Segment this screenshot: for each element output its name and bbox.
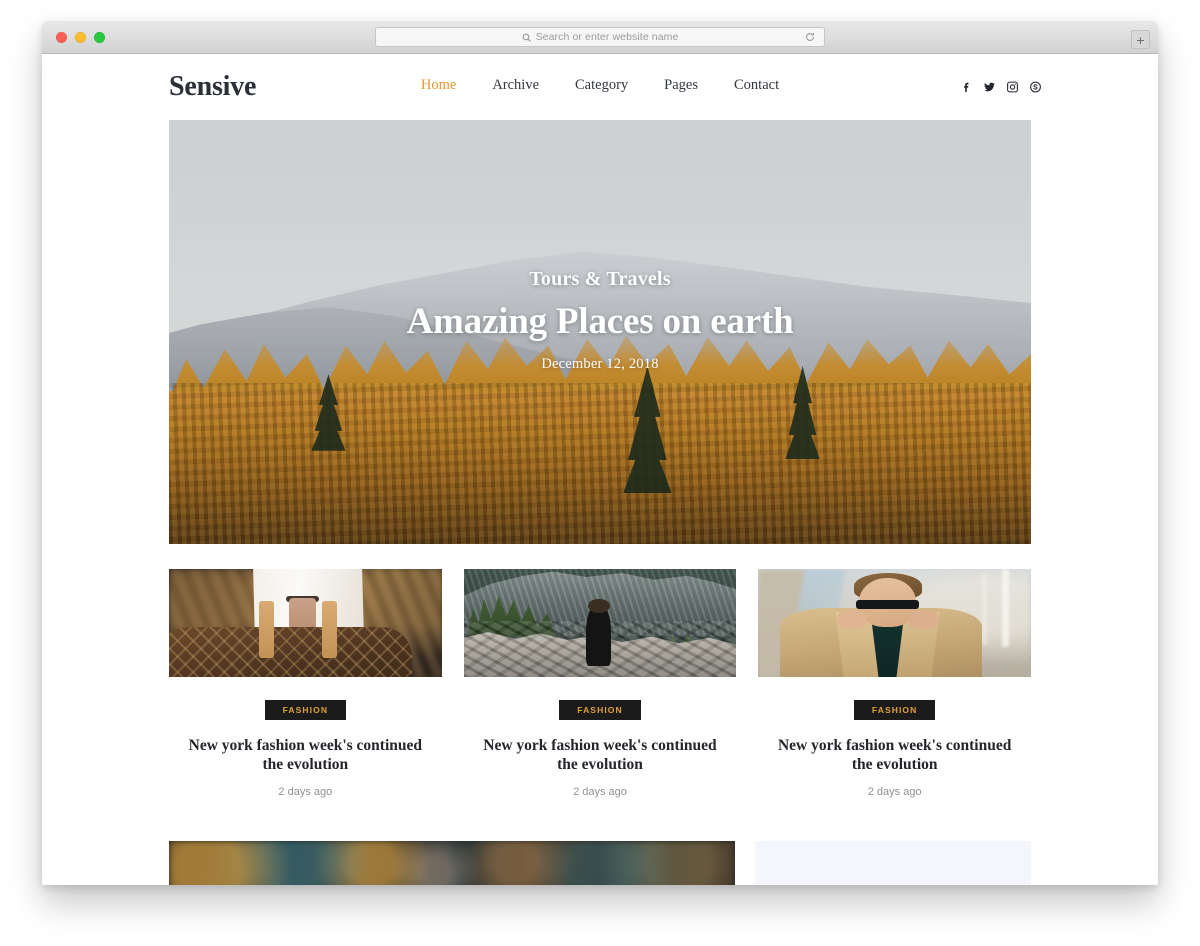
post-card[interactable]: FASHION New york fashion week's continue… (758, 569, 1031, 798)
search-icon (522, 33, 531, 42)
nav-item-pages[interactable]: Pages (664, 77, 698, 94)
thumb-rail (1002, 569, 1010, 647)
post-card-body: FASHION New york fashion week's continue… (758, 677, 1031, 798)
post-title[interactable]: New york fashion week's continued the ev… (182, 736, 429, 776)
bottom-section (169, 841, 1031, 885)
post-card[interactable]: FASHION New york fashion week's continue… (169, 569, 442, 798)
browser-window: Search or enter website name + Sensive H… (42, 21, 1158, 885)
skype-icon[interactable] (1029, 81, 1042, 94)
site-header: Sensive Home Archive Category Pages Cont… (42, 54, 1158, 120)
thumb-hand (837, 610, 868, 630)
post-card[interactable]: FASHION New york fashion week's continue… (463, 569, 737, 798)
hero-date: December 12, 2018 (541, 356, 659, 372)
nav-item-archive[interactable]: Archive (492, 77, 539, 94)
post-thumbnail[interactable] (169, 569, 442, 677)
browser-titlebar: Search or enter website name + (42, 21, 1158, 54)
site-logo[interactable]: Sensive (169, 71, 256, 103)
nav-item-category[interactable]: Category (575, 77, 628, 94)
post-meta-time: 2 days ago (867, 786, 922, 799)
post-title[interactable]: New york fashion week's continued the ev… (476, 736, 723, 776)
category-badge[interactable]: FASHION (264, 700, 347, 720)
thumb-bag-strap (258, 601, 274, 658)
facebook-icon[interactable] (960, 81, 973, 94)
sidebar-placeholder-block[interactable] (755, 841, 1031, 885)
thumb-sunglasses (856, 600, 920, 609)
twitter-icon[interactable] (983, 81, 996, 94)
post-card-grid: FASHION New york fashion week's continue… (169, 569, 1031, 798)
new-tab-button[interactable]: + (1131, 30, 1150, 49)
featured-wide-thumbnail[interactable] (169, 841, 735, 885)
page-viewport: Sensive Home Archive Category Pages Cont… (42, 54, 1158, 885)
post-meta-time: 2 days ago (573, 786, 627, 799)
main-navigation: Home Archive Category Pages Contact (421, 77, 779, 94)
thumb-bag-strap (321, 601, 337, 658)
address-bar-content: Search or enter website name (522, 31, 679, 43)
post-thumbnail[interactable] (758, 569, 1031, 677)
thumb-monogram-bag (169, 627, 412, 677)
hero-content: Tours & Travels Amazing Places on earth … (169, 268, 1031, 373)
close-window-button[interactable] (56, 31, 67, 43)
hero-banner[interactable]: Tours & Travels Amazing Places on earth … (169, 120, 1031, 544)
category-badge[interactable]: FASHION (853, 700, 936, 720)
wide-thumb-bokeh (169, 841, 735, 885)
instagram-icon[interactable] (1006, 81, 1019, 94)
address-bar-placeholder: Search or enter website name (535, 31, 679, 43)
address-bar[interactable]: Search or enter website name (375, 27, 825, 47)
thumb-hand (908, 610, 939, 630)
post-meta-time: 2 days ago (278, 786, 333, 799)
hero-kicker: Tours & Travels (529, 268, 671, 290)
post-title[interactable]: New york fashion week's continued the ev… (771, 736, 1018, 776)
reload-icon[interactable] (805, 32, 815, 42)
post-card-body: FASHION New york fashion week's continue… (464, 677, 737, 798)
post-thumbnail[interactable] (463, 569, 737, 677)
thumb-rail (981, 573, 988, 645)
hero-title[interactable]: Amazing Places on earth (169, 300, 1031, 343)
window-controls[interactable] (56, 31, 105, 43)
social-links (960, 81, 1042, 94)
post-card-body: FASHION New york fashion week's continue… (169, 677, 442, 798)
nav-item-contact[interactable]: Contact (734, 77, 779, 94)
nav-item-home[interactable]: Home (421, 77, 456, 94)
minimize-window-button[interactable] (75, 31, 86, 43)
hero-canopy-texture (169, 382, 1031, 544)
category-badge[interactable]: FASHION (559, 700, 641, 720)
thumb-hiker-head (587, 599, 610, 614)
maximize-window-button[interactable] (94, 31, 105, 43)
